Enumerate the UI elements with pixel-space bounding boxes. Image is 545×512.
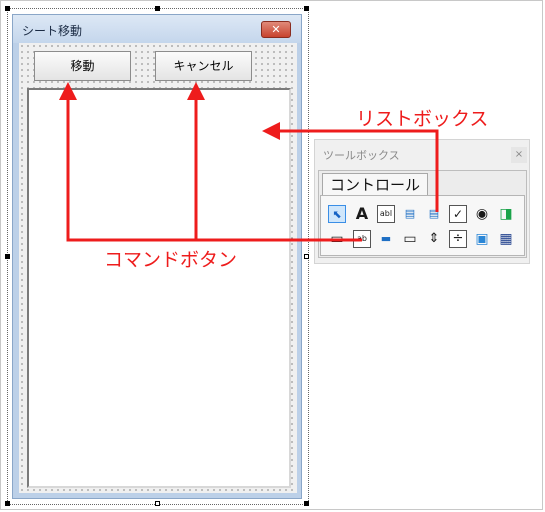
arrowhead-move-button xyxy=(59,82,77,100)
arrowhead-cancel-button xyxy=(187,82,205,100)
listbox-annotation: リストボックス xyxy=(356,108,489,130)
arrowhead-listbox xyxy=(262,122,280,140)
annotation-arrows xyxy=(59,82,439,242)
commandbutton-annotation: コマンドボタン xyxy=(104,249,238,271)
listbox-arrow xyxy=(278,129,439,212)
commandbutton-arrow xyxy=(66,96,362,242)
